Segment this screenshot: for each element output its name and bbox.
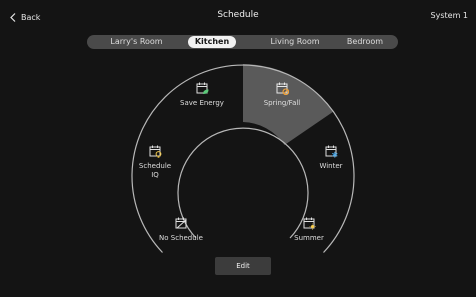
- mode-spring-fall[interactable]: Spring/Fall: [254, 82, 310, 108]
- calendar-snowflake-icon: [325, 145, 338, 158]
- mode-schedule-iq[interactable]: Schedule IQ: [130, 145, 180, 180]
- calendar-leaf-icon: [196, 82, 208, 94]
- mode-label: Save Energy: [180, 99, 224, 107]
- mode-label: Spring/Fall: [263, 99, 301, 107]
- calendar-sun-icon: [303, 217, 316, 230]
- calendar-off-icon: [175, 217, 186, 229]
- edit-button[interactable]: Edit: [215, 257, 271, 275]
- mode-summer[interactable]: Summer: [286, 217, 332, 243]
- mode-winter[interactable]: Winter: [308, 145, 354, 171]
- schedule-dial: [131, 64, 355, 253]
- calendar-leaf-icon: [276, 82, 289, 95]
- mode-label: Winter: [319, 162, 343, 170]
- mode-no-schedule[interactable]: No Schedule: [150, 217, 212, 243]
- mode-label-line2: IQ: [151, 171, 159, 179]
- mode-label: Summer: [294, 234, 324, 242]
- mode-save-energy[interactable]: Save Energy: [172, 82, 232, 108]
- mode-label-line1: Schedule: [138, 162, 172, 170]
- calendar-bulb-icon: [149, 145, 161, 158]
- mode-label: No Schedule: [159, 234, 203, 242]
